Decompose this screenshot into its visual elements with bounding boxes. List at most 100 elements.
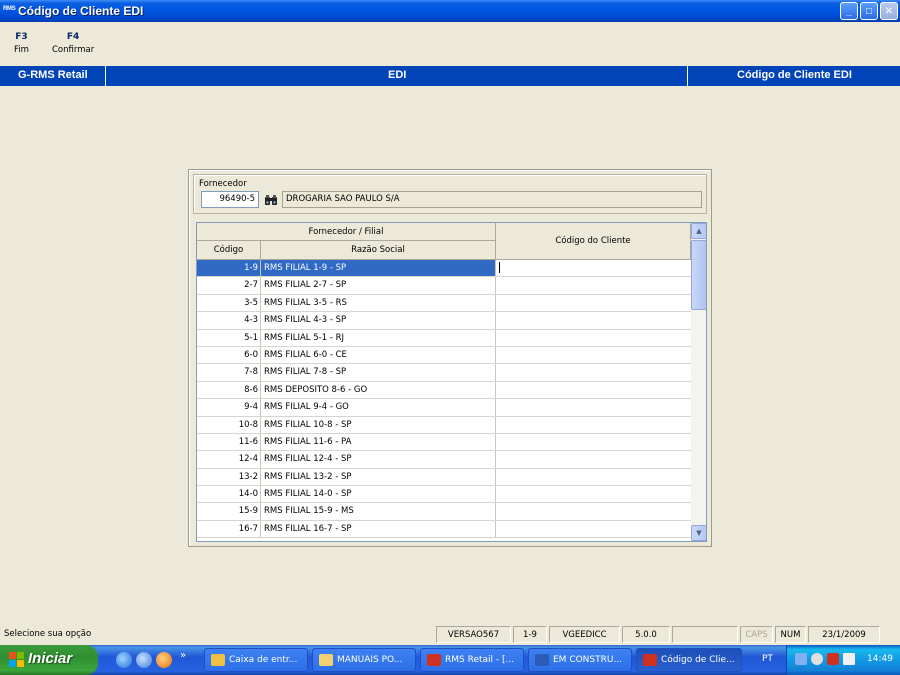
- binoculars-search-button[interactable]: [262, 191, 280, 208]
- outlook-icon[interactable]: [136, 652, 152, 668]
- taskbar: Iniciar » Caixa de entr... MANUAIS PO...…: [0, 645, 900, 675]
- column-header-code[interactable]: Código: [197, 241, 261, 260]
- table-row[interactable]: 6-0 RMS FILIAL 6-0 - CE: [197, 346, 691, 365]
- internet-explorer-icon[interactable]: [116, 652, 132, 668]
- table-row[interactable]: 14-0 RMS FILIAL 14-0 - SP: [197, 486, 691, 504]
- title-bar[interactable]: RMS Código de Cliente EDI _ □ ✕: [0, 0, 900, 22]
- cell-client-code[interactable]: [496, 417, 691, 433]
- cell-client-code[interactable]: [496, 312, 691, 328]
- status-caps: CAPS: [740, 626, 773, 643]
- table-row[interactable]: 2-7 RMS FILIAL 2-7 - SP: [197, 277, 691, 295]
- status-bar: Selecione sua opção VERSAO567 1-9 VGEEDI…: [0, 624, 900, 645]
- task-caixa-de-entrada[interactable]: Caixa de entr...: [204, 648, 308, 672]
- table-row[interactable]: 15-9 RMS FILIAL 15-9 - MS: [197, 503, 691, 521]
- cell-code: 6-0: [197, 346, 261, 364]
- status-num: NUM: [775, 626, 806, 643]
- status-version: VERSAO567: [436, 626, 511, 643]
- maximize-button[interactable]: □: [860, 2, 878, 20]
- f3-key-label: F3: [15, 32, 28, 42]
- branch-client-grid: Fornecedor / Filial Código Razão Social …: [196, 222, 707, 542]
- cell-code: 9-4: [197, 399, 261, 416]
- cell-client-code[interactable]: [496, 277, 691, 293]
- quick-launch-more-icon[interactable]: »: [180, 650, 186, 661]
- header-band: G-RMS Retail EDI Código de Cliente EDI: [0, 66, 900, 86]
- volume-icon[interactable]: [811, 653, 823, 665]
- cell-client-code[interactable]: [496, 295, 691, 311]
- scroll-up-button[interactable]: ▲: [691, 223, 706, 239]
- table-row[interactable]: 3-5 RMS FILIAL 3-5 - RS: [197, 294, 691, 313]
- cell-name: RMS FILIAL 9-4 - GO: [261, 399, 496, 416]
- table-row[interactable]: 7-8 RMS FILIAL 7-8 - SP: [197, 364, 691, 382]
- task-codigo-de-cliente[interactable]: Código de Clie...: [636, 648, 742, 672]
- cell-code: 4-3: [197, 312, 261, 329]
- supplier-name-field: DROGARIA SAO PAULO S/A: [282, 191, 702, 208]
- cell-client-code-input[interactable]: [496, 260, 691, 276]
- word-document-icon: [535, 654, 549, 666]
- network-icon[interactable]: [795, 653, 807, 665]
- table-row[interactable]: 13-2 RMS FILIAL 13-2 - SP: [197, 468, 691, 487]
- cell-name: RMS FILIAL 15-9 - MS: [261, 503, 496, 520]
- grid-rows: 1-9 RMS FILIAL 1-9 - SP 2-7 RMS FILIAL 2-…: [197, 260, 691, 539]
- cell-client-code[interactable]: [496, 451, 691, 467]
- close-button[interactable]: ✕: [880, 2, 898, 20]
- rms-app-icon: [427, 654, 441, 666]
- clock[interactable]: 14:49: [867, 654, 893, 664]
- status-date: 23/1/2009: [808, 626, 880, 643]
- vertical-scrollbar[interactable]: ▲ ▼: [691, 223, 706, 541]
- cell-name: RMS FILIAL 13-2 - SP: [261, 468, 496, 486]
- cell-code: 13-2: [197, 468, 261, 486]
- task-rms-retail[interactable]: RMS Retail - [...: [420, 648, 524, 672]
- supplier-code-field[interactable]: 96490-5: [201, 191, 259, 208]
- cell-code: 12-4: [197, 451, 261, 468]
- cell-client-code[interactable]: [496, 469, 691, 485]
- maximize-icon: □: [865, 5, 873, 17]
- table-row[interactable]: 4-3 RMS FILIAL 4-3 - SP: [197, 312, 691, 330]
- band-divider: [105, 66, 106, 86]
- cell-client-code[interactable]: [496, 521, 691, 537]
- f3-action-label: Fim: [14, 45, 29, 55]
- cell-client-code[interactable]: [496, 330, 691, 346]
- close-icon: ✕: [884, 5, 894, 17]
- table-row[interactable]: 12-4 RMS FILIAL 12-4 - SP: [197, 451, 691, 469]
- cell-code: 3-5: [197, 294, 261, 312]
- scroll-thumb[interactable]: [691, 240, 706, 310]
- binoculars-icon: [265, 194, 277, 205]
- table-row[interactable]: 1-9 RMS FILIAL 1-9 - SP: [197, 260, 691, 278]
- minimize-button[interactable]: _: [840, 2, 858, 20]
- column-header-name[interactable]: Razão Social: [261, 241, 496, 260]
- cell-name: RMS FILIAL 6-0 - CE: [261, 346, 496, 364]
- media-player-icon[interactable]: [156, 652, 172, 668]
- table-row[interactable]: 5-1 RMS FILIAL 5-1 - RJ: [197, 329, 691, 347]
- cell-code: 2-7: [197, 277, 261, 294]
- main-panel: Fornecedor 96490-5 DROGARIA SAO PAULO S/…: [188, 169, 712, 547]
- system-tray: 14:49: [786, 645, 900, 675]
- rms-tray-icon[interactable]: [827, 653, 839, 665]
- table-row[interactable]: 10-8 RMS FILIAL 10-8 - SP: [197, 416, 691, 434]
- status-release: 5.0.0: [622, 626, 670, 643]
- cell-client-code[interactable]: [496, 486, 691, 502]
- cell-name: RMS FILIAL 14-0 - SP: [261, 486, 496, 503]
- f3-fim-button[interactable]: F3 Fim: [14, 32, 29, 55]
- cell-code: 7-8: [197, 364, 261, 381]
- status-filial: 1-9: [513, 626, 547, 643]
- table-row[interactable]: 16-7 RMS FILIAL 16-7 - SP: [197, 520, 691, 539]
- table-row[interactable]: 9-4 RMS FILIAL 9-4 - GO: [197, 399, 691, 417]
- cell-client-code[interactable]: [496, 382, 691, 398]
- calendar-tray-icon[interactable]: [843, 653, 855, 665]
- cell-client-code[interactable]: [496, 503, 691, 519]
- chevron-down-icon: ▼: [696, 529, 702, 537]
- start-button[interactable]: Iniciar: [0, 645, 98, 675]
- cell-client-code[interactable]: [496, 364, 691, 380]
- cell-client-code[interactable]: [496, 399, 691, 415]
- chevron-up-icon: ▲: [696, 227, 702, 235]
- table-row[interactable]: 8-6 RMS DEPOSITO 8-6 - GO: [197, 381, 691, 400]
- language-indicator[interactable]: PT: [762, 654, 773, 664]
- cell-client-code[interactable]: [496, 434, 691, 450]
- column-header-client-code[interactable]: Código do Cliente: [496, 223, 691, 260]
- task-em-construcao[interactable]: EM CONSTRU...: [528, 648, 632, 672]
- task-manuais[interactable]: MANUAIS PO...: [312, 648, 416, 672]
- table-row[interactable]: 11-6 RMS FILIAL 11-6 - PA: [197, 433, 691, 452]
- scroll-down-button[interactable]: ▼: [691, 525, 706, 541]
- cell-client-code[interactable]: [496, 347, 691, 363]
- f4-confirmar-button[interactable]: F4 Confirmar: [52, 32, 94, 55]
